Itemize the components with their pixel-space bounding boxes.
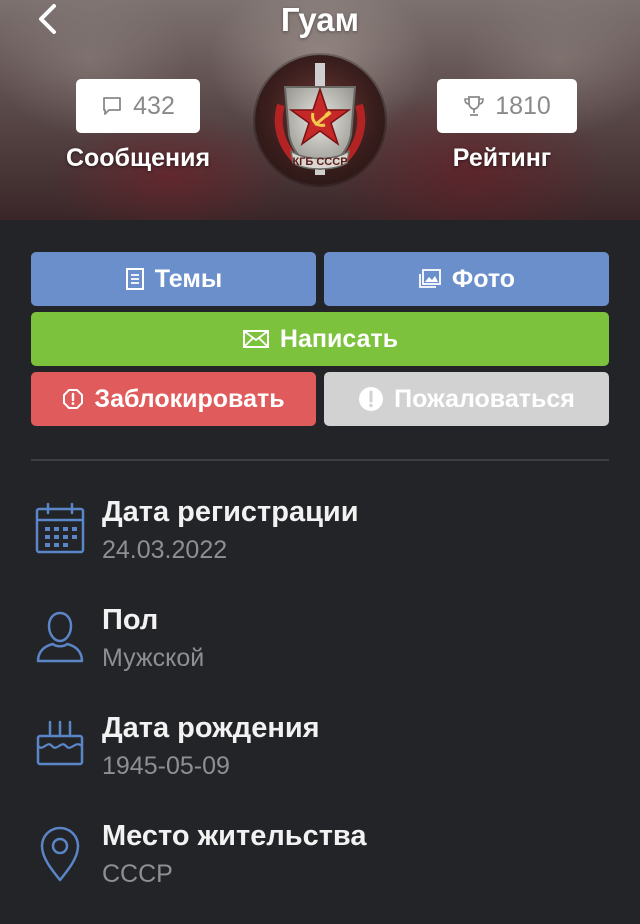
report-button[interactable]: Пожаловаться bbox=[324, 372, 609, 426]
info-row-gender: Пол Мужской bbox=[0, 604, 640, 708]
location-pin-icon bbox=[40, 826, 80, 882]
document-list-icon bbox=[125, 268, 144, 290]
profile-header: Гуам 432 Сообщения 1810 Рейтинг КГБ СССР bbox=[0, 0, 640, 220]
person-icon bbox=[36, 611, 84, 663]
info-row-location: Место жительства СССР bbox=[0, 820, 640, 924]
location-value: СССР bbox=[102, 860, 173, 888]
topics-button[interactable]: Темы bbox=[31, 252, 316, 306]
birthday-cake-icon bbox=[36, 720, 84, 766]
avatar-badge-text: КГБ СССР bbox=[292, 156, 347, 168]
gender-label: Пол bbox=[102, 604, 159, 636]
avatar[interactable]: КГБ СССР bbox=[255, 55, 385, 185]
info-row-registration-date: Дата регистрации 24.03.2022 bbox=[0, 496, 640, 600]
photo-button-label: Фото bbox=[451, 264, 516, 293]
write-button-label: Написать bbox=[279, 324, 399, 353]
rating-count-box[interactable]: 1810 bbox=[437, 79, 577, 133]
photo-button[interactable]: Фото bbox=[324, 252, 609, 306]
messages-label: Сообщения bbox=[65, 144, 211, 172]
rating-label: Рейтинг bbox=[452, 144, 552, 172]
location-label: Место жительства bbox=[102, 820, 367, 852]
envelope-icon bbox=[242, 330, 269, 348]
page-title: Гуам bbox=[280, 1, 360, 38]
write-message-button[interactable]: Написать bbox=[31, 312, 609, 366]
birth-date-label: Дата рождения bbox=[102, 712, 320, 744]
birth-date-value: 1945-05-09 bbox=[102, 752, 230, 780]
topics-button-label: Темы bbox=[154, 264, 223, 293]
messages-count: 432 bbox=[133, 91, 175, 120]
registration-date-value: 24.03.2022 bbox=[102, 536, 228, 564]
block-button[interactable]: Заблокировать bbox=[31, 372, 316, 426]
gender-value: Мужской bbox=[102, 644, 205, 672]
report-button-label: Пожаловаться bbox=[394, 384, 575, 413]
rating-count: 1810 bbox=[495, 91, 551, 120]
messages-count-box[interactable]: 432 bbox=[76, 79, 200, 133]
photo-gallery-icon bbox=[419, 269, 441, 288]
info-row-birth-date: Дата рождения 1945-05-09 bbox=[0, 712, 640, 816]
octagon-alert-icon bbox=[63, 389, 84, 409]
calendar-icon bbox=[35, 502, 85, 554]
trophy-icon bbox=[464, 96, 484, 116]
registration-date-label: Дата регистрации bbox=[102, 496, 359, 528]
exclamation-circle-icon bbox=[359, 387, 384, 411]
kgb-badge-icon: КГБ СССР bbox=[274, 63, 366, 175]
block-button-label: Заблокировать bbox=[94, 384, 285, 413]
speech-bubble-icon bbox=[103, 97, 122, 115]
divider bbox=[31, 459, 609, 461]
